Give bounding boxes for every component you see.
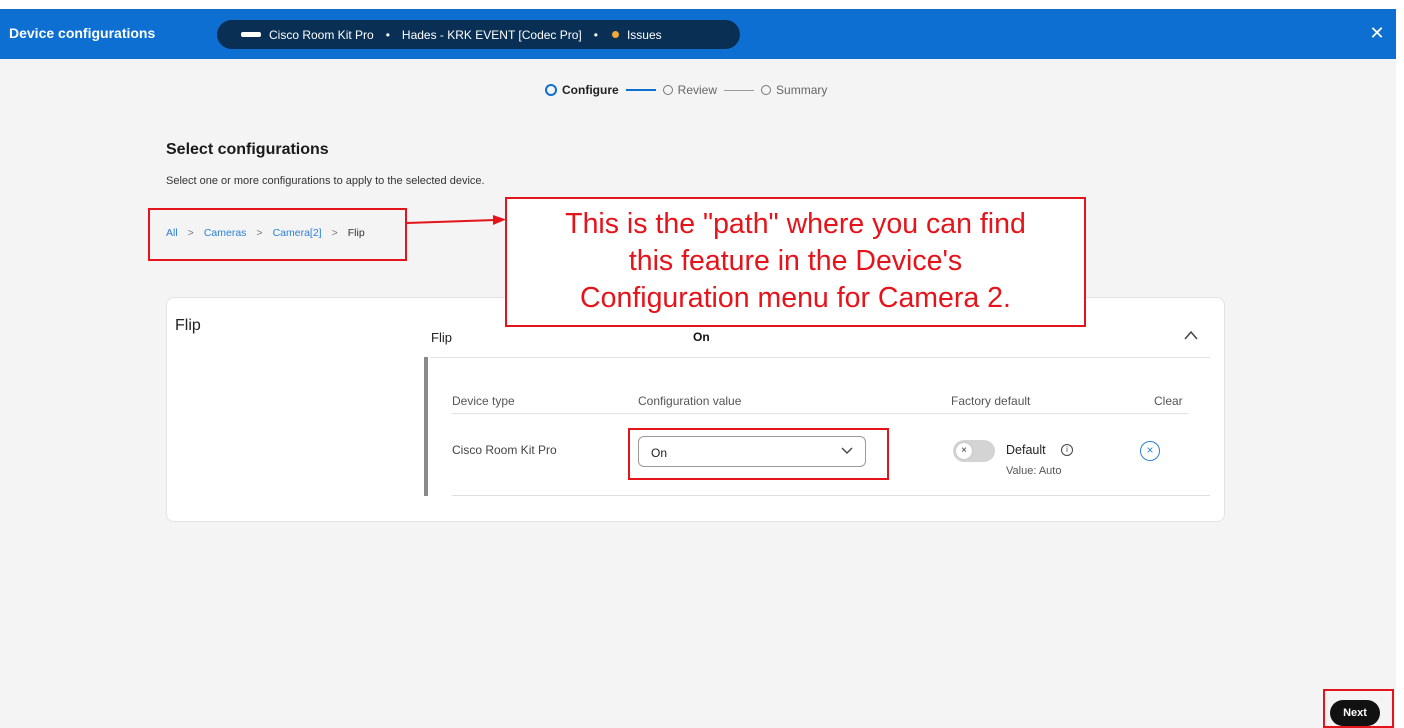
device-pill[interactable]: Cisco Room Kit Pro • Hades - KRK EVENT [… <box>217 20 740 49</box>
select-value: On <box>651 446 668 460</box>
chevron-up-icon[interactable] <box>1183 328 1199 342</box>
step-connector <box>724 89 755 91</box>
annotation-arrow-icon <box>407 215 506 225</box>
card-title: Flip <box>175 317 201 334</box>
configuration-value-select[interactable]: On <box>638 436 866 467</box>
table-header-divider <box>452 413 1188 414</box>
divider <box>430 357 1210 358</box>
default-value-text: Value: Auto <box>1006 465 1062 477</box>
close-icon[interactable]: ✕ <box>1366 22 1388 44</box>
top-bar: Device configurations Cisco Room Kit Pro… <box>0 9 1396 59</box>
app-title: Device configurations <box>9 25 156 41</box>
step-summary[interactable]: Summary <box>761 83 827 97</box>
breadcrumb-cameras[interactable]: Cameras <box>204 227 247 239</box>
breadcrumb-chevron-icon: > <box>331 227 338 239</box>
config-row-label: Flip <box>431 330 452 345</box>
step-circle-icon <box>761 85 772 95</box>
device-bar-icon <box>241 32 261 37</box>
breadcrumb-chevron-icon: > <box>256 227 263 239</box>
step-review[interactable]: Review <box>662 83 718 97</box>
device-type-cell: Cisco Room Kit Pro <box>452 443 557 457</box>
column-device-type: Device type <box>452 394 515 408</box>
breadcrumb-flip: Flip <box>347 227 365 239</box>
info-icon[interactable]: i <box>1061 444 1073 456</box>
step-label: Review <box>677 83 718 97</box>
breadcrumb-camera-2[interactable]: Camera[2] <box>273 227 322 239</box>
column-configuration-value: Configuration value <box>638 394 742 408</box>
page-title: Select configurations <box>166 141 329 158</box>
next-button[interactable]: Next <box>1330 700 1380 726</box>
issue-status-dot-icon <box>611 31 619 38</box>
clear-icon[interactable]: × <box>1140 441 1160 461</box>
step-connector <box>625 89 656 91</box>
step-label: Configure <box>562 83 619 97</box>
column-factory-default: Factory default <box>951 394 1031 408</box>
stepper: Configure Review Summary <box>545 82 827 98</box>
annotation-line: This is the "path" where you can find <box>565 208 1026 240</box>
app-frame: Device configurations Cisco Room Kit Pro… <box>0 9 1396 728</box>
breadcrumb-chevron-icon: > <box>187 227 194 239</box>
toggle-x-icon: × <box>955 442 973 460</box>
annotation-callout: This is the "path" where you can find th… <box>505 197 1086 327</box>
breadcrumb: All > Cameras > Camera[2] > Flip <box>166 227 365 239</box>
step-label: Summary <box>776 83 828 97</box>
step-configure[interactable]: Configure <box>545 83 619 97</box>
chevron-down-icon <box>841 447 853 454</box>
separator-dot: • <box>593 27 598 42</box>
separator-dot: • <box>385 27 390 42</box>
step-circle-icon <box>545 84 557 96</box>
device-name: Cisco Room Kit Pro <box>269 27 374 42</box>
status-text: Issues <box>626 27 662 42</box>
config-row-value: On <box>693 330 710 344</box>
factory-default-toggle[interactable]: × <box>953 440 995 462</box>
workspace-name: Hades - KRK EVENT [Codec Pro] <box>401 27 582 42</box>
row-divider <box>452 495 1210 496</box>
breadcrumb-all[interactable]: All <box>166 227 178 239</box>
column-clear: Clear <box>1154 394 1183 408</box>
page-description: Select one or more configurations to app… <box>166 175 485 187</box>
nested-indicator-bar <box>424 357 428 496</box>
annotation-line: Configuration menu for Camera 2. <box>580 282 1011 314</box>
annotation-line: this feature in the Device's <box>628 245 963 277</box>
default-label: Default <box>1006 443 1046 457</box>
step-circle-icon <box>662 85 673 95</box>
